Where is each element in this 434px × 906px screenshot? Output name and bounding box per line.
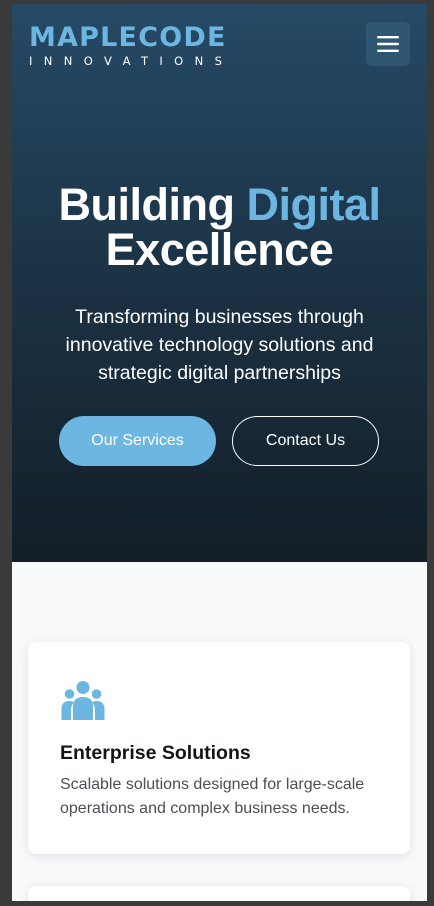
our-services-button[interactable]: Our Services <box>59 416 216 466</box>
service-card-enterprise[interactable]: Enterprise Solutions Scalable solutions … <box>28 642 410 854</box>
next-service-card[interactable] <box>28 886 410 901</box>
logo-tagline: INNOVATIONS <box>29 54 234 68</box>
service-card-description: Scalable solutions designed for large-sc… <box>60 776 365 817</box>
page-frame: MAPLECODE INNOVATIONS Building Digital E… <box>12 4 427 901</box>
hamburger-menu-icon <box>377 36 399 52</box>
hero-subtitle: Transforming businesses through innovati… <box>65 306 374 384</box>
logo-wordmark: MAPLECODE <box>29 22 227 53</box>
hero-section: MAPLECODE INNOVATIONS Building Digital E… <box>12 4 427 562</box>
contact-us-button[interactable]: Contact Us <box>232 416 379 466</box>
hero-title-part2: Excellence <box>105 224 334 275</box>
hero-title-part1: Building <box>58 179 247 230</box>
hero-title: Building Digital Excellence <box>12 182 427 272</box>
users-group-icon <box>61 681 105 720</box>
hero-title-accent: Digital <box>246 179 381 230</box>
service-card-title: Enterprise Solutions <box>60 742 251 764</box>
menu-button[interactable] <box>366 22 410 66</box>
brand-logo[interactable]: MAPLECODE INNOVATIONS <box>29 22 239 69</box>
